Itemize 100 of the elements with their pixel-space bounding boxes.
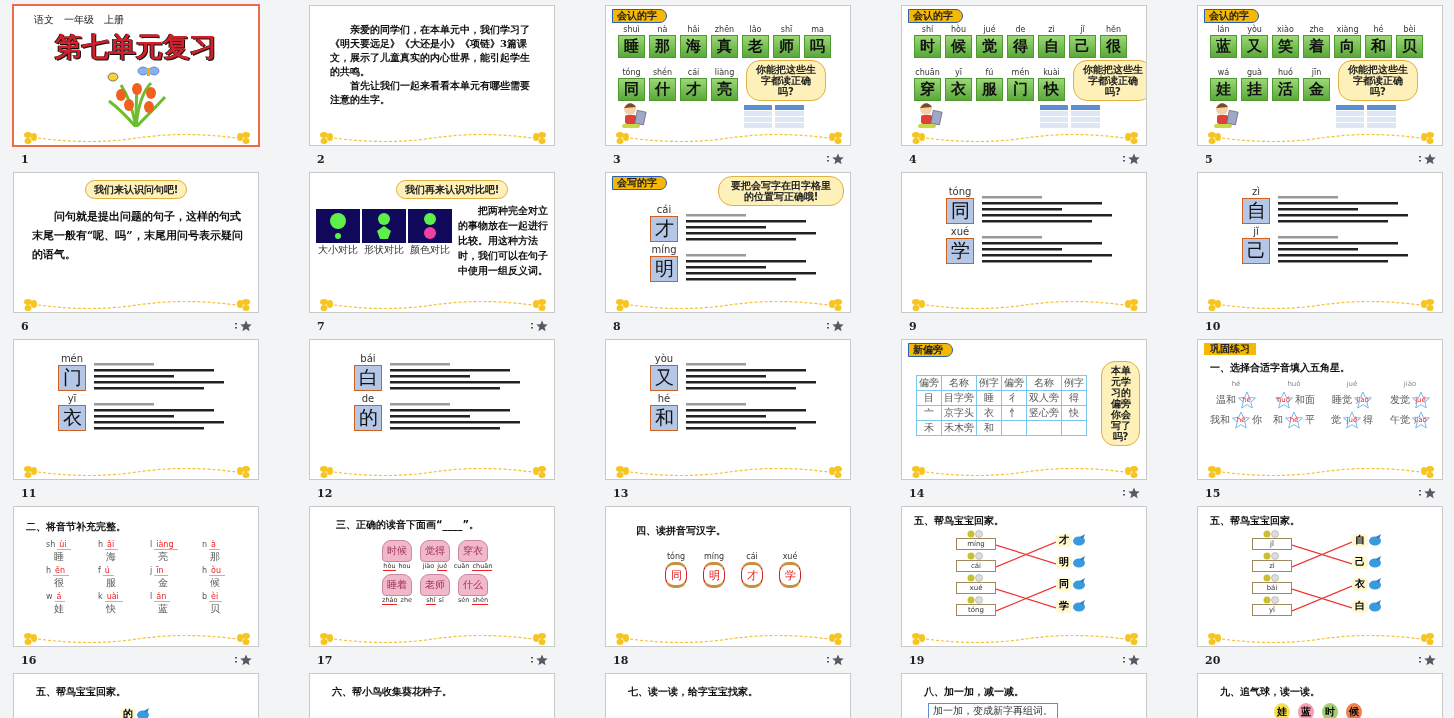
bird-icon <box>1368 534 1382 546</box>
lantern: 同 <box>665 562 687 588</box>
slide-thumbnail[interactable]: 七、读一读，给字宝宝找家。 <box>605 673 851 718</box>
slide-thumbnail[interactable]: 新偏旁 偏旁 名称 例字 偏旁 名称 例字 目 目字旁 睡 彳 双人旁 得 亠 京字头 衣 忄 竖心旁 快 禾 禾木旁 和 本单元学习的偏旁你会写了吗? <box>901 339 1147 480</box>
slide-thumbnail[interactable]: 六、帮小鸟收集葵花种子。 <box>309 673 555 718</box>
section-tag: 会写的字 <box>612 176 667 190</box>
slide-thumbnail[interactable]: 五、帮鸟宝宝回家。 的 <box>13 673 259 718</box>
syllable-initial: l <box>150 592 153 601</box>
slide-thumbnail[interactable]: 我们再来认识对比吧! 大小对比 形状对比 颜色对比 把两种完全对立的事物放在一起进行比较。用这种方法时，我们可以在句子中使用一组反义词。 <box>309 172 555 313</box>
word: 你 <box>1252 413 1262 427</box>
syllable-final: uài <box>104 592 123 602</box>
bird-icon <box>1072 578 1086 590</box>
bird-icon <box>1072 534 1086 546</box>
slide-number: 3 <box>613 152 621 166</box>
hanzi: 娃 <box>53 602 65 616</box>
slide-number: 10 <box>1205 319 1221 333</box>
hanzi: 海 <box>105 550 117 564</box>
animation-star-icon <box>827 320 845 332</box>
character-tile: 学 <box>1056 599 1072 613</box>
syllable-final: īn <box>154 566 168 576</box>
character-card: 门 <box>1007 78 1034 101</box>
table-cell: 京字头 <box>941 405 977 421</box>
syllable-final: ùi <box>57 540 71 550</box>
slide-thumbnail[interactable]: 亲爱的同学们，在本单元中，我们学习了《明天要远足》《大还是小》《项链》3篇课文，展示了儿童真实的内心世界，能引起学生的共鸣。 首先让我们一起来看看本单元有哪些需要注意的生字。 <box>309 5 555 146</box>
slide-thumbnail[interactable]: 八、加一加，减一减。 加一加，变成新字再组词。 <box>901 673 1147 718</box>
character-card: 亮 <box>711 78 738 101</box>
syllable-final: èi <box>209 592 223 602</box>
character-card: 蓝 <box>1210 35 1237 58</box>
chick-icon <box>967 574 985 582</box>
slide-thumbnail[interactable]: yòu 又 hé 和 <box>605 339 851 480</box>
pinyin: kuài <box>1043 68 1060 78</box>
balloon: 蓝 <box>1298 703 1314 718</box>
slide-thumbnail[interactable]: 会写的字 要把会写字在田字格里的位置写正确哦! cái 才 míng 明 <box>605 172 851 313</box>
slide-thumbnail[interactable]: 九、追气球，读一读。 娃 蓝 时 候 <box>1197 673 1443 718</box>
character-grid-cell: 的 <box>354 405 382 431</box>
pinyin: zì <box>1048 25 1055 35</box>
hanzi: 睡 <box>53 550 65 564</box>
paragraph: 问句就是提出问题的句子，这样的句式末尾一般有“呢、吗”，末尾用问号表示疑问的语气。 <box>31 209 244 263</box>
slide-thumbnail[interactable]: 会认的字 shí 时 hòu 候 jué 觉 de 得 zì 自 jǐ 己 hěn 很 chuān 穿 yī 衣 fú 服 mén 门 kuài 快 你能把这些生字都读正确吗? <box>901 5 1147 146</box>
pinyin: zhe <box>1309 25 1324 35</box>
slide-thumbnail[interactable]: 会认的字 shuì 睡 nà 那 hǎi 海 zhēn 真 lǎo 老 shī 师 ma 吗 tóng 同 shén 什 cái 才 liàng 亮 你能把这些生字都读正确吗? <box>605 5 851 146</box>
hanzi: 那 <box>209 550 221 564</box>
character-grid-cell: 学 <box>946 238 974 264</box>
slide-thumbnail[interactable]: 四、读拼音写汉字。 tóng 同 míng 明 cái 才 xué 学 <box>605 506 851 647</box>
character-tile: 白 <box>1352 599 1368 613</box>
character-card: 吗 <box>804 35 831 58</box>
slide-thumbnail[interactable]: 二、将音节补充完整。 sh ùi 睡 h ǎi 海 l iàng 亮 n à 那 h ěn 很 f ú 服 j īn 金 h òu 候 w á 娃 k uài 快 l án 蓝 b èi 贝 <box>13 506 259 647</box>
table-cell: 忄 <box>1001 405 1027 421</box>
character-card: 笑 <box>1272 35 1299 58</box>
hanzi: 金 <box>157 576 169 590</box>
character-card: 活 <box>1272 78 1299 101</box>
pinyin: tóng <box>948 186 972 198</box>
slide-thumbnail[interactable]: mén 门 yī 衣 <box>13 339 259 480</box>
pinyin: hǎi <box>687 25 700 35</box>
lantern: 明 <box>703 562 725 588</box>
pinyin: de <box>1015 25 1026 35</box>
pinyin: jǐ <box>1253 226 1259 238</box>
character-tile: 同 <box>1056 577 1072 591</box>
character-tile: 衣 <box>1352 577 1368 591</box>
slide-thumbnail[interactable]: bái 白 de 的 <box>309 339 555 480</box>
exercise-heading: 五、帮鸟宝宝回家。 <box>1210 514 1300 528</box>
pinyin: hé <box>657 393 671 405</box>
section-tag: 会认的字 <box>1204 9 1259 23</box>
table-cell: 睡 <box>976 390 1002 406</box>
bear-card: 睡着 <box>382 574 412 596</box>
pinyin: yòu <box>1247 25 1262 35</box>
pinyin: shuì <box>623 25 640 35</box>
pinyin: míng <box>703 552 725 562</box>
pinyin: xué <box>782 552 798 562</box>
character-card: 金 <box>1303 78 1330 101</box>
animation-star-icon <box>1419 153 1437 165</box>
animation-star-icon <box>1123 487 1141 499</box>
table-cell: 得 <box>1061 390 1087 406</box>
hanzi: 服 <box>105 576 117 590</box>
pinyin: mén <box>1011 68 1030 78</box>
pinyin: cái <box>746 552 758 562</box>
table-cell: 快 <box>1061 405 1087 421</box>
character-grid-cell: 又 <box>650 365 678 391</box>
panel-caption: 颜色对比 <box>410 243 450 257</box>
slide-thumbnail[interactable]: 我们来认识问句吧! 问句就是提出问题的句子，这样的句式末尾一般有“呢、吗”，末尾用问号表示疑问的语气。 <box>13 172 259 313</box>
table-cell: 禾木旁 <box>941 420 977 436</box>
thought-bubble: 你能把这些生字都读正确吗? <box>1073 60 1146 101</box>
mini-table-drawing <box>1336 105 1396 129</box>
character-card: 又 <box>1241 35 1268 58</box>
character-card: 己 <box>1069 35 1096 58</box>
slide-thumbnail[interactable]: 会认的字 lán 蓝 yòu 又 xiào 笑 zhe 着 xiàng 向 hé 和 bèi 贝 wá 娃 guà 挂 huó 活 jīn 金 你能把这些生字都读正确吗? <box>1197 5 1443 146</box>
character-card: 挂 <box>1241 78 1268 101</box>
slide-thumbnail[interactable]: zì 自 jǐ 己 <box>1197 172 1443 313</box>
balloon: 时 <box>1322 703 1338 718</box>
hanzi: 贝 <box>209 602 221 616</box>
slide-thumbnail[interactable]: tóng 同 xué 学 <box>901 172 1147 313</box>
pinyin: hěn <box>1105 25 1122 35</box>
slide-number: 12 <box>317 486 333 500</box>
syllable-initial: l <box>150 540 153 549</box>
chick-icon <box>967 530 985 538</box>
pinyin: guà <box>1246 68 1263 78</box>
syllable-initial: j <box>150 566 153 575</box>
table-header-cell: 偏旁 <box>916 375 942 391</box>
slide-thumbnail[interactable]: 语文 一年级 上册 第七单元复习 <box>13 5 259 146</box>
syllable-final: iàng <box>154 540 178 550</box>
